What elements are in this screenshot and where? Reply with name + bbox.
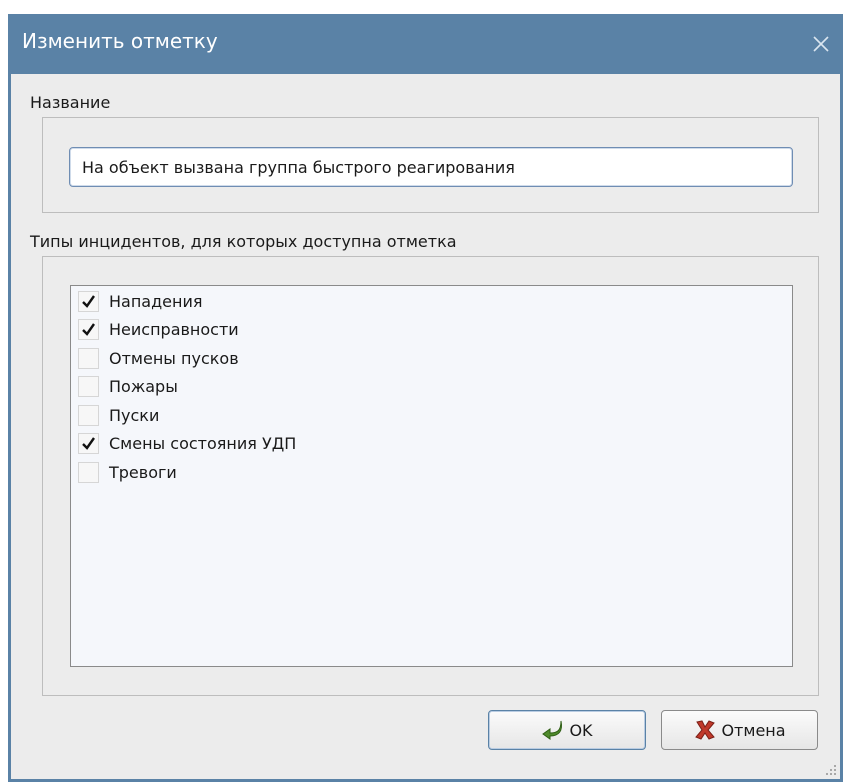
ok-arrow-icon — [542, 720, 563, 740]
incident-type-label: Неисправности — [109, 320, 239, 339]
incident-types-list[interactable]: Нападения Неисправности Отмены пусков Пожар… — [70, 285, 793, 667]
name-input[interactable] — [69, 147, 793, 187]
window-title: Изменить отметку — [22, 29, 218, 53]
ok-button-label: OK — [569, 720, 593, 740]
incident-type-checkbox[interactable] — [78, 347, 99, 369]
incident-type-checkbox[interactable] — [78, 461, 99, 483]
resize-grip-icon[interactable] — [823, 762, 837, 776]
incident-type-item[interactable]: Нападения — [78, 287, 778, 315]
checkmark-icon — [82, 294, 95, 308]
incident-type-item[interactable]: Тревоги — [78, 458, 778, 486]
close-icon[interactable] — [811, 34, 831, 54]
incident-type-label: Нападения — [109, 291, 203, 311]
incident-type-item[interactable]: Отмены пусков — [78, 344, 778, 372]
incident-type-label: Пожары — [109, 377, 178, 396]
checkmark-icon — [82, 437, 95, 450]
incident-type-label: Тревоги — [109, 462, 177, 482]
incident-type-label: Отмены пусков — [109, 348, 239, 368]
incident-type-label: Смены состояния УДП — [109, 434, 297, 453]
incident-type-item[interactable]: Неисправности — [78, 316, 778, 344]
incident-type-label: Пуски — [109, 405, 160, 425]
incident-type-checkbox[interactable] — [78, 404, 99, 426]
incident-type-item[interactable]: Смены состояния УДП — [78, 430, 778, 458]
name-label: Название — [30, 93, 111, 112]
cancel-x-icon — [695, 720, 716, 740]
incident-type-item[interactable]: Пуски — [78, 401, 778, 429]
checkmark-icon — [82, 323, 95, 336]
incident-type-checkbox[interactable] — [78, 376, 99, 397]
incident-type-item[interactable]: Пожары — [78, 373, 778, 401]
incident-type-checkbox[interactable] — [78, 319, 99, 340]
incident-type-checkbox[interactable] — [78, 290, 99, 312]
cancel-button-label: Отмена — [721, 720, 786, 740]
cancel-button[interactable]: Отмена — [661, 710, 818, 750]
ok-button[interactable]: OK — [488, 710, 646, 750]
incident-types-label: Типы инцидентов, для которых доступна от… — [30, 232, 457, 251]
title-bar[interactable]: Изменить отметку — [8, 14, 843, 74]
incident-type-checkbox[interactable] — [78, 433, 99, 454]
